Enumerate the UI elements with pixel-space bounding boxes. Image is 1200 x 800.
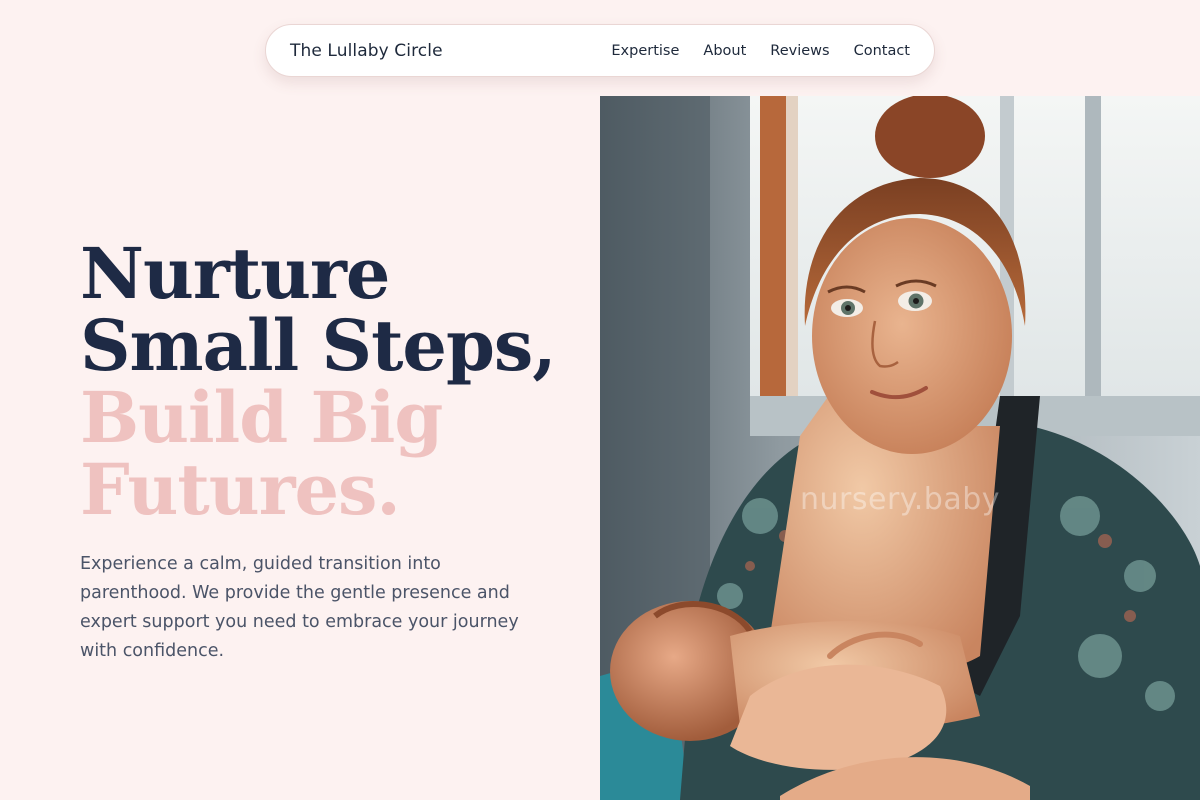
nav-link-about[interactable]: About (703, 43, 746, 59)
image-watermark: nursery.baby (800, 482, 1001, 517)
landing-page: The Lullaby Circle Expertise About Revie… (0, 0, 1200, 800)
nav-link-reviews[interactable]: Reviews (770, 43, 829, 59)
hero-headline-line-4: Futures. (80, 448, 401, 531)
nav-links: Expertise About Reviews Contact (611, 43, 910, 59)
hero-headline: Nurture Small Steps, Build Big Futures. (80, 232, 557, 531)
hero-headline-line-1: Nurture (80, 232, 390, 315)
hero-headline-line-3: Build Big (80, 376, 443, 459)
top-navigation: The Lullaby Circle Expertise About Revie… (265, 24, 935, 77)
hero-photo-mother-nursing-baby: nursery.baby (600, 96, 1200, 800)
hero-photo-illustration (600, 96, 1200, 800)
nav-link-contact[interactable]: Contact (854, 43, 910, 59)
hero-headline-line-2: Small Steps, (80, 304, 557, 387)
nav-link-expertise[interactable]: Expertise (611, 43, 679, 59)
hero-description: Experience a calm, guided transition int… (80, 554, 519, 661)
brand-logo[interactable]: The Lullaby Circle (290, 41, 443, 61)
